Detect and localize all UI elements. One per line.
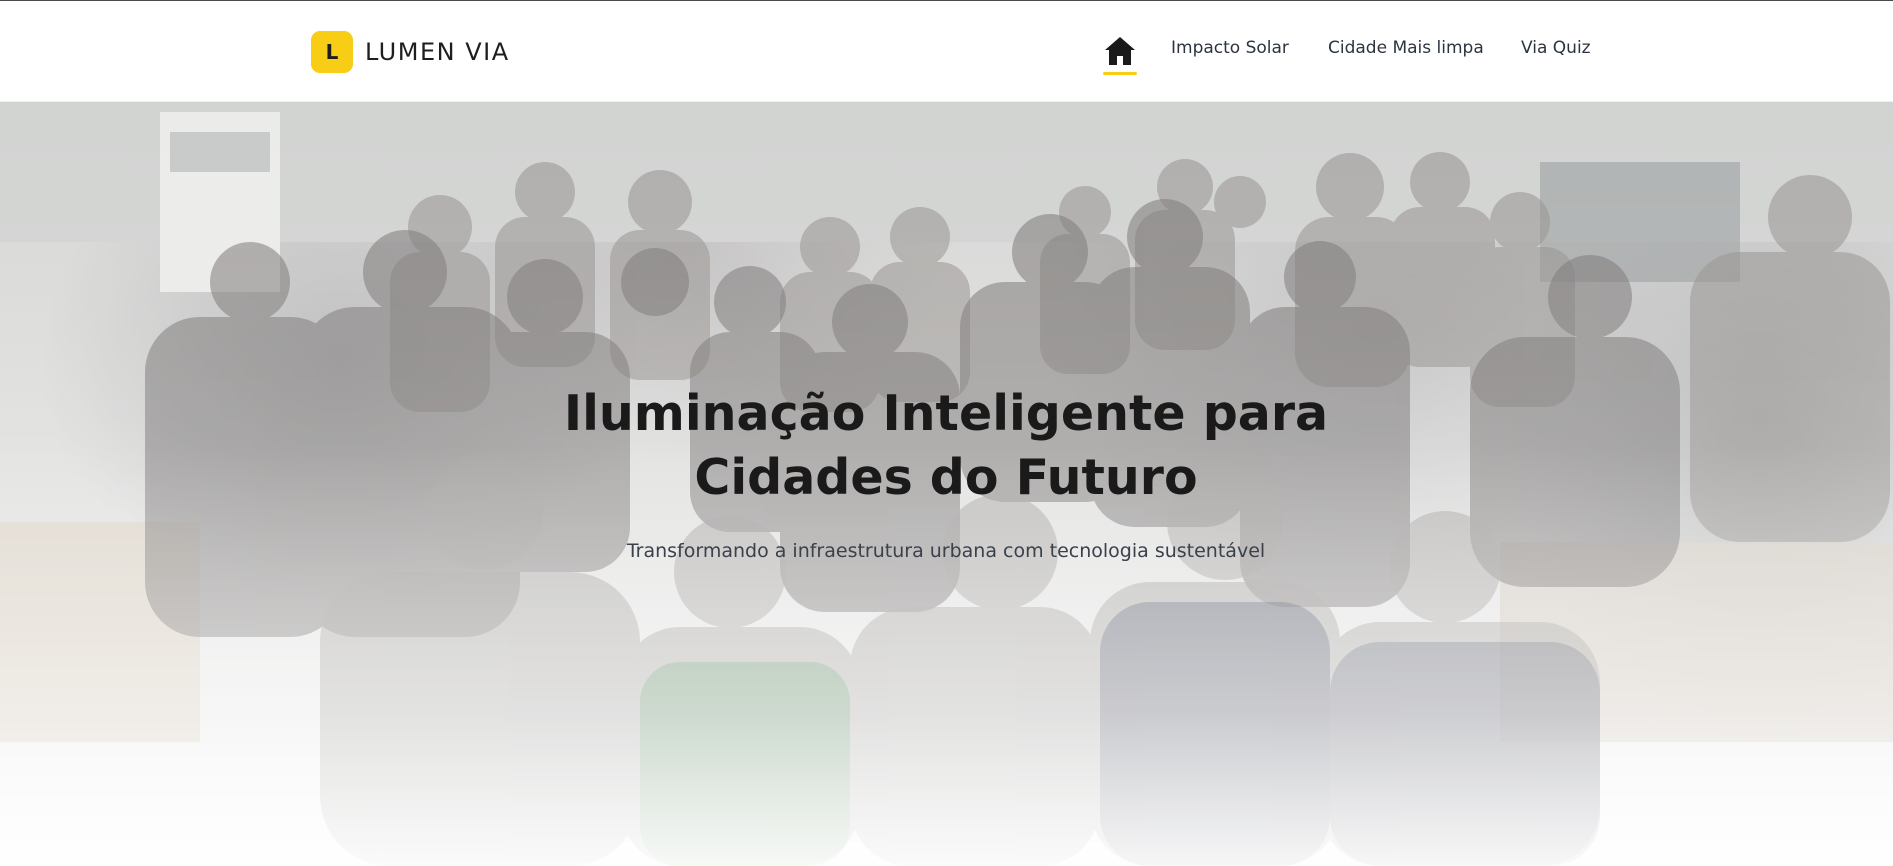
nav-home[interactable] — [1103, 35, 1137, 75]
active-nav-indicator — [1103, 72, 1137, 75]
hero-subtitle: Transformando a infraestrutura urbana co… — [626, 540, 1266, 562]
navbar: L LUMEN VIA Impacto Solar Cidade Mais li… — [0, 1, 1893, 102]
logo-badge: L — [311, 31, 353, 73]
brand-name: LUMEN VIA — [365, 38, 510, 66]
hero-title: Iluminação Inteligente para Cidades do F… — [446, 382, 1446, 510]
hero-content: Iluminação Inteligente para Cidades do F… — [0, 102, 1893, 866]
hero-section: Iluminação Inteligente para Cidades do F… — [0, 102, 1893, 866]
home-icon — [1103, 35, 1137, 67]
nav-cidade-mais-limpa[interactable]: Cidade Mais limpa — [1328, 38, 1484, 58]
hero-title-line-2: Cidades do Futuro — [694, 449, 1198, 506]
nav-via-quiz[interactable]: Via Quiz — [1521, 38, 1591, 58]
hero-title-line-1: Iluminação Inteligente para — [563, 385, 1329, 442]
nav-impacto-solar[interactable]: Impacto Solar — [1171, 38, 1289, 58]
brand-logo-link[interactable]: L LUMEN VIA — [311, 31, 510, 73]
